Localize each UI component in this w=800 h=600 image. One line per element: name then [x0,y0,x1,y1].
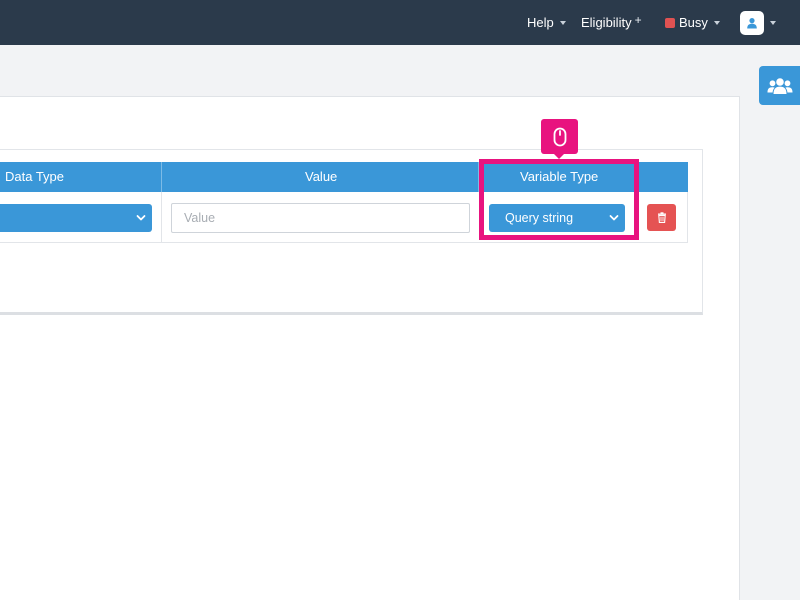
users-panel-button[interactable] [759,66,800,105]
eligibility-label: Eligibility [581,15,632,30]
eligibility-menu[interactable]: Eligibility + [581,0,642,45]
top-navbar: Help Eligibility + Busy [0,0,800,45]
user-menu[interactable] [740,0,776,45]
plus-icon: + [634,12,642,27]
column-divider [161,162,162,192]
column-header-data-type: Data Type [5,169,65,184]
highlight-frame [479,159,639,240]
help-menu[interactable]: Help [527,0,566,45]
value-input[interactable] [171,203,470,233]
status-menu[interactable]: Busy [665,0,720,45]
mouse-click-icon [553,127,566,146]
chevron-down-icon [713,20,720,25]
status-indicator [665,17,675,28]
trash-icon [657,212,666,223]
user-icon [747,17,757,28]
callout-pointer [553,153,565,159]
help-label: Help [527,15,554,30]
delete-row-button[interactable] [647,204,676,231]
click-callout [541,119,578,154]
status-label: Busy [679,15,708,30]
users-group-icon [767,77,792,94]
column-header-value: Value [305,169,338,184]
chevron-down-icon [770,20,776,25]
chevron-down-icon [559,20,566,25]
chevron-down-icon [136,215,146,221]
avatar[interactable] [740,10,764,35]
column-divider [161,192,162,243]
data-type-select[interactable] [0,204,152,232]
